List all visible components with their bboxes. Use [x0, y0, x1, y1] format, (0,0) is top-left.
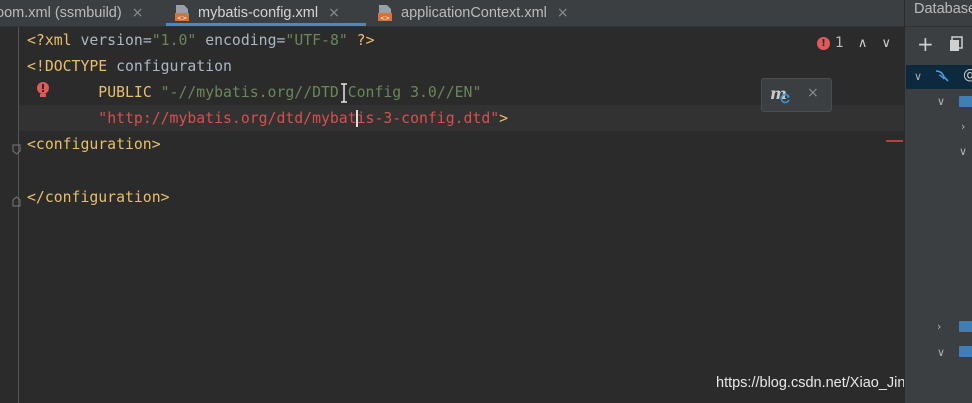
fold-marker-icon[interactable]	[12, 140, 21, 155]
next-highlight-button[interactable]: ∨	[881, 36, 891, 51]
error-lightbulb-icon[interactable]	[36, 81, 50, 99]
tab-pom-xml[interactable]: oom.xml (ssmbuild) ×	[0, 0, 143, 26]
tab-label: applicationContext.xml	[401, 5, 547, 21]
previous-highlight-button[interactable]: ∧	[858, 36, 868, 51]
error-count-icon: !	[817, 36, 830, 50]
tab-close-icon[interactable]: ×	[557, 5, 569, 21]
chevron-down-icon[interactable]: ∨	[959, 146, 968, 157]
code-line-7: </configuration>	[27, 189, 170, 206]
chevron-down-icon[interactable]: ∨	[914, 71, 923, 82]
folder-icon	[959, 346, 972, 357]
code-line-4: "http://mybatis.org/dtd/mybatis-3-config…	[98, 110, 509, 127]
chevron-down-icon[interactable]: ∨	[937, 96, 946, 107]
chevron-down-icon[interactable]: ∨	[937, 347, 946, 358]
database-panel: Database + ∨ @ ∨ › ∨ › ∨	[904, 0, 972, 403]
xml-file-icon: <>	[377, 4, 393, 22]
active-tab-indicator	[166, 23, 366, 26]
code-line-1: <?xml version="1.0" encoding="UTF-8" ?>	[27, 32, 375, 49]
folder-icon	[959, 321, 972, 332]
text-cursor	[356, 110, 358, 127]
editor-tab-bar: oom.xml (ssmbuild) × <> mybatis-config.x…	[0, 0, 904, 27]
code-line-2: <!DOCTYPE configuration	[27, 58, 232, 75]
add-datasource-icon[interactable]: +	[917, 32, 934, 56]
error-stripe-mark[interactable]	[886, 140, 903, 142]
tab-label: oom.xml (ssmbuild)	[0, 5, 122, 21]
xml-file-icon: <>	[174, 4, 190, 22]
svg-text:<>: <>	[177, 15, 187, 22]
chevron-right-icon[interactable]: ›	[961, 121, 970, 132]
mouse-ibeam-cursor	[340, 83, 348, 103]
code-editor[interactable]: <?xml version="1.0" encoding="UTF-8" ?> …	[0, 27, 904, 403]
tab-label: mybatis-config.xml	[198, 5, 319, 21]
database-panel-title[interactable]: Database	[914, 1, 972, 17]
error-count: 1	[835, 35, 844, 51]
tab-close-icon[interactable]: ×	[132, 5, 144, 21]
duplicate-icon[interactable]	[949, 36, 963, 56]
fold-marker-icon[interactable]	[12, 192, 21, 207]
refresh-icon	[780, 93, 790, 104]
tree-root-label: @	[963, 67, 972, 83]
datasource-icon	[934, 68, 950, 88]
folder-icon	[959, 96, 972, 107]
gutter-divider	[18, 27, 19, 403]
chevron-right-icon[interactable]: ›	[937, 321, 946, 332]
svg-text:<>: <>	[380, 15, 390, 22]
code-line-5: <configuration>	[27, 136, 161, 153]
divider	[905, 26, 972, 27]
ide-window: oom.xml (ssmbuild) × <> mybatis-config.x…	[0, 0, 972, 403]
inspection-widget[interactable]: ! 1 ∧ ∨	[817, 35, 891, 51]
code-line-3: PUBLIC "-//mybatis.org//DTD Config 3.0//…	[98, 84, 482, 101]
tab-close-icon[interactable]: ×	[328, 5, 340, 21]
tab-application-context[interactable]: <> applicationContext.xml ×	[377, 0, 569, 26]
close-popup-icon[interactable]: ×	[807, 85, 819, 101]
maven-reload-popup: m ×	[761, 78, 832, 112]
